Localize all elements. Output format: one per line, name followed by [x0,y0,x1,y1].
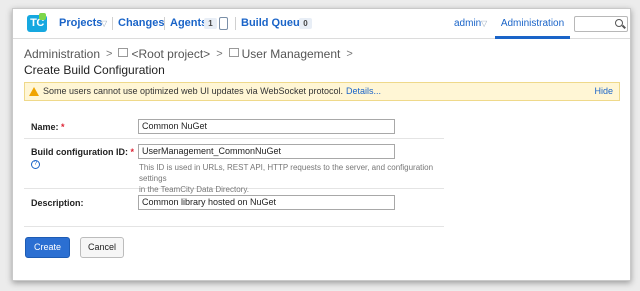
name-label: Name: * [31,122,65,132]
nav-build-queue-link[interactable]: Build Queue [241,9,306,38]
description-label: Description: [31,198,84,208]
projects-dropdown-icon[interactable]: ▽ [101,9,107,38]
agent-device-icon [219,17,228,30]
warning-text: Some users cannot use optimized web UI u… [43,86,343,96]
nav-projects-link[interactable]: Projects [59,9,102,38]
name-label-text: Name: [31,122,59,132]
build-queue-count-badge: 0 [299,18,312,29]
top-navigation-bar: TC Projects ▽ Changes Agents 1 Build Que… [13,9,630,39]
breadcrumb: Administration > <Root project> > User Manag… [24,46,359,61]
chevron-right-icon[interactable]: > [346,48,352,60]
nav-divider [164,17,165,30]
breadcrumb-root-project[interactable]: <Root project> [131,47,210,61]
teamcity-logo[interactable]: TC [27,13,47,32]
description-row: Description: Common library hosted on Nu… [24,188,444,227]
search-icon[interactable] [615,19,623,27]
project-icon [228,48,239,58]
tab-administration[interactable]: Administration [495,9,570,39]
id-label-text: Build configuration ID: [31,147,128,157]
warning-message: Some users cannot use optimized web UI u… [43,83,381,100]
build-configuration-id-row: Build configuration ID: * ? UserManageme… [24,138,444,194]
nav-divider [235,17,236,30]
warning-details-link[interactable]: Details... [346,86,381,96]
warning-icon [29,87,39,96]
nav-changes-link[interactable]: Changes [118,9,164,38]
build-configuration-id-field[interactable]: UserManagement_CommonNuGet [138,144,395,159]
create-button[interactable]: Create [25,237,70,258]
description-field[interactable]: Common library hosted on NuGet [138,195,395,210]
breadcrumb-administration[interactable]: Administration [24,47,100,61]
required-marker: * [130,147,135,157]
build-configuration-id-label: Build configuration ID: * [31,147,134,157]
warning-hide-link[interactable]: Hide [594,83,613,100]
chevron-right-icon: > [106,47,113,60]
user-menu-link[interactable]: admin [454,9,481,38]
user-menu-dropdown-icon[interactable]: ▽ [481,9,487,38]
websocket-warning-banner: Some users cannot use optimized web UI u… [24,82,620,101]
help-icon[interactable]: ? [31,160,40,169]
cancel-button[interactable]: Cancel [80,237,124,258]
name-field[interactable]: Common NuGet [138,119,395,134]
search-input[interactable] [574,16,628,32]
nav-divider [112,17,113,30]
project-icon [118,48,129,58]
agents-count-badge: 1 [204,18,217,29]
chevron-right-icon: > [216,47,223,60]
browser-window: TC Projects ▽ Changes Agents 1 Build Que… [12,8,631,281]
name-row: Name: * Common NuGet [24,113,444,139]
page-title: Create Build Configuration [24,63,165,77]
id-hint-line-1: This ID is used in URLs, REST API, HTTP … [139,163,434,183]
nav-agents-link[interactable]: Agents [170,9,207,38]
required-marker: * [61,122,65,132]
breadcrumb-user-management[interactable]: User Management [242,47,341,61]
